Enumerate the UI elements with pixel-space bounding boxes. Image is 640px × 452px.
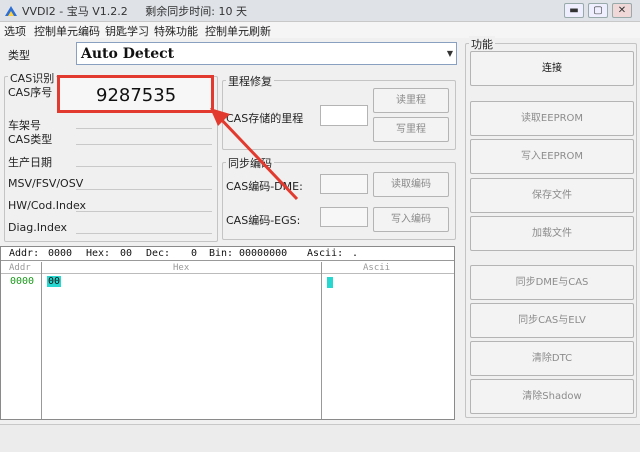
maximize-button[interactable]: ▢ [588, 3, 608, 18]
vin-value-line [76, 128, 212, 129]
app-title: VVDI2 - 宝马 V1.2.2 [22, 5, 128, 18]
diag-index-label: Diag.Index [8, 221, 68, 234]
hex-row-byte[interactable]: 00 [47, 276, 62, 287]
read-mileage-label: 读里程 [396, 95, 426, 106]
hex-addr-label: Addr: [9, 248, 40, 259]
clear-shadow-button[interactable]: 清除Shadow [470, 379, 634, 414]
minimize-button[interactable]: ▬ [564, 3, 584, 18]
hex-column-header: Addr Hex Ascii [1, 262, 454, 274]
status-bar [0, 424, 640, 452]
hex-addr-value: 0000 [48, 248, 73, 259]
hex-hex-label: Hex: [86, 248, 111, 259]
read-coding-label: 读取编码 [391, 179, 431, 190]
menu-special-functions[interactable]: 特殊功能 [154, 23, 198, 39]
read-eeprom-label: 读取EEPROM [520, 113, 584, 124]
ascii-cursor [327, 277, 333, 288]
hex-bin-label: Bin: [209, 248, 234, 259]
clear-dtc-label: 清除DTC [531, 353, 573, 364]
cas-type-value-line [76, 144, 212, 145]
sync-dme-cas-button[interactable]: 同步DME与CAS [470, 265, 634, 300]
type-label: 类型 [8, 49, 30, 62]
sync-cas-elv-label: 同步CAS与ELV [518, 315, 586, 326]
save-file-label: 保存文件 [532, 190, 572, 201]
write-eeprom-label: 写入EEPROM [520, 151, 584, 162]
cas-serial-label: CAS序号 [8, 86, 53, 99]
hex-dec-label: Dec: [146, 248, 171, 259]
clear-dtc-button[interactable]: 清除DTC [470, 341, 634, 376]
hex-dec-value: 0 [191, 248, 198, 259]
hex-hex-value: 00 [120, 248, 133, 259]
load-file-label: 加载文件 [532, 228, 572, 239]
write-coding-label: 写入编码 [391, 214, 431, 225]
write-mileage-button[interactable]: 写里程 [373, 117, 449, 142]
annotation-arrow [210, 108, 299, 201]
cas-serial-value: 9287535 [96, 85, 177, 106]
hw-cod-index-label: HW/Cod.Index [8, 199, 87, 212]
read-mileage-button[interactable]: 读里程 [373, 88, 449, 113]
sync-dme-cas-label: 同步DME与CAS [515, 277, 589, 288]
write-eeprom-button[interactable]: 写入EEPROM [470, 139, 634, 174]
close-button[interactable]: ✕ [612, 3, 632, 18]
mileage-input[interactable] [320, 105, 368, 126]
mileage-group-title: 里程修复 [226, 73, 274, 89]
hex-divider-ascii [321, 262, 322, 419]
menu-ecu-flash[interactable]: 控制单元刷新 [205, 23, 271, 39]
cas-egs-label: CAS编码-EGS: [226, 214, 301, 227]
window-title: VVDI2 - 宝马 V1.2.2 剩余同步时间: 10 天 [22, 3, 247, 19]
hex-col-addr: Addr [9, 263, 31, 273]
prod-date-value-line [76, 166, 212, 167]
menu-key-learning[interactable]: 钥匙学习 [105, 23, 149, 39]
hex-ascii-value: . [352, 248, 359, 259]
hex-divider-addr [41, 262, 42, 419]
cas-egs-input[interactable] [320, 207, 368, 227]
load-file-button[interactable]: 加载文件 [470, 216, 634, 251]
hex-ascii-label: Ascii: [307, 248, 344, 259]
type-select[interactable]: Auto Detect ▼ [76, 42, 457, 65]
sync-cas-elv-button[interactable]: 同步CAS与ELV [470, 303, 634, 338]
app-logo-icon [4, 4, 18, 18]
connect-button[interactable]: 连接 [470, 51, 634, 86]
prod-date-label: 生产日期 [8, 156, 52, 169]
read-eeprom-button[interactable]: 读取EEPROM [470, 101, 634, 136]
diag-value-line [76, 233, 212, 234]
menu-options[interactable]: 选项 [4, 23, 26, 39]
function-group-title: 功能 [469, 36, 495, 52]
read-coding-button[interactable]: 读取编码 [373, 172, 449, 197]
chevron-down-icon[interactable]: ▼ [447, 49, 453, 58]
hex-status-bar: Addr: 0000 Hex: 00 Dec: 0 Bin: 00000000 … [1, 247, 454, 261]
write-coding-button[interactable]: 写入编码 [373, 207, 449, 232]
hex-col-hex: Hex [173, 263, 190, 273]
connect-label: 连接 [542, 63, 562, 74]
msv-value-line [76, 189, 212, 190]
save-file-button[interactable]: 保存文件 [470, 178, 634, 213]
hex-editor[interactable]: Addr: 0000 Hex: 00 Dec: 0 Bin: 00000000 … [0, 246, 455, 420]
cas-type-label: CAS类型 [8, 133, 53, 146]
clear-shadow-label: 清除Shadow [522, 391, 582, 402]
menu-ecu-coding[interactable]: 控制单元编码 [34, 23, 100, 39]
write-mileage-label: 写里程 [396, 124, 426, 135]
hex-row-addr: 0000 [10, 276, 35, 287]
hex-bin-value: 00000000 [239, 248, 288, 259]
type-select-value: Auto Detect [81, 46, 175, 62]
hw-value-line [76, 211, 212, 212]
msv-fsv-osv-label: MSV/FSV/OSV [8, 177, 84, 190]
hex-col-ascii: Ascii [363, 263, 391, 273]
sync-remaining-text: 剩余同步时间: 10 天 [145, 5, 247, 18]
cas-dme-input[interactable] [320, 174, 368, 194]
